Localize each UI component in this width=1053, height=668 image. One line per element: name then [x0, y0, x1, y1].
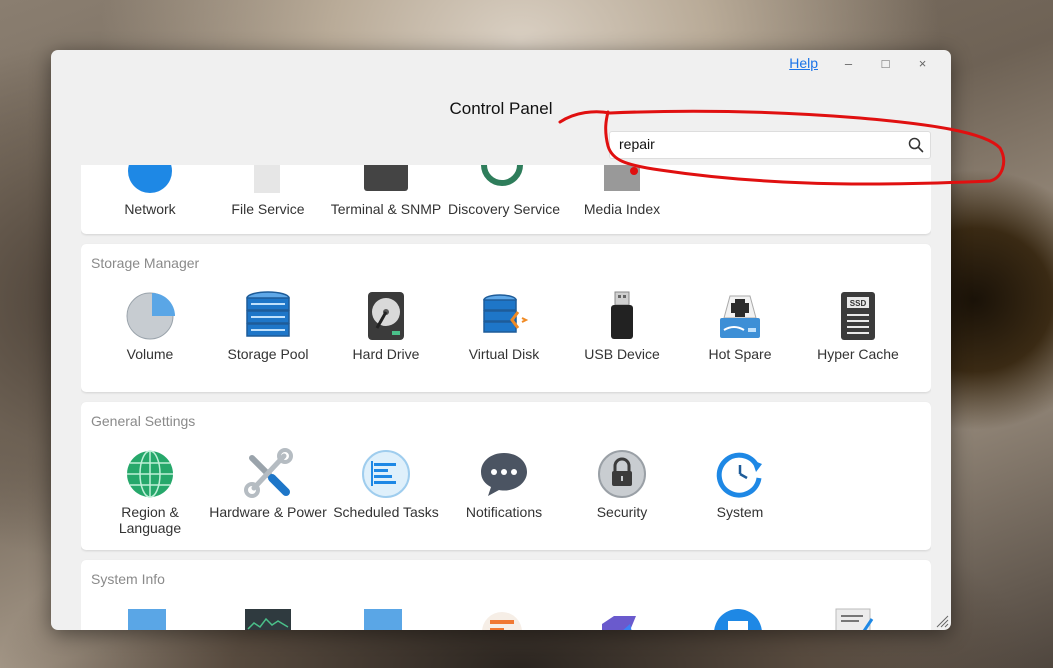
item-security[interactable]: Security	[563, 448, 681, 520]
toolbox-icon[interactable]	[714, 607, 762, 630]
minimize-button[interactable]: –	[830, 56, 867, 71]
network-section: Network File Service Terminal & SNMP Dis…	[81, 165, 931, 234]
item-label: Scheduled Tasks	[333, 504, 439, 520]
section-title: System Info	[91, 571, 165, 587]
document-edit-icon[interactable]	[832, 607, 880, 630]
item-label: System	[716, 504, 764, 520]
item-network[interactable]: Network	[91, 165, 209, 217]
section-title: General Settings	[91, 413, 196, 429]
item-storage-pool[interactable]: Storage Pool	[209, 290, 327, 362]
item-label: Hyper Cache	[817, 346, 899, 362]
media-index-icon	[604, 165, 640, 191]
general-settings-section: General Settings Region & Language Hardw…	[81, 402, 931, 550]
item-terminal-snmp[interactable]: Terminal & SNMP	[327, 165, 445, 217]
hard-drive-icon	[368, 292, 404, 340]
globe-network-icon	[128, 165, 172, 193]
item-label: Virtual Disk	[468, 346, 540, 362]
help-link[interactable]: Help	[789, 55, 818, 71]
storage-manager-section: Storage Manager Volume Storage Pool Hard…	[81, 244, 931, 392]
discovery-icon	[481, 165, 523, 186]
item-region-language[interactable]: Region & Language	[91, 448, 209, 536]
globe-icon	[127, 450, 173, 498]
item-label: Media Index	[583, 201, 661, 217]
item-file-service[interactable]: File Service	[209, 165, 327, 217]
item-discovery-service[interactable]: Discovery Service	[445, 165, 563, 217]
search-input[interactable]	[619, 136, 899, 152]
usb-drive-icon	[611, 291, 633, 339]
notification-log-icon[interactable]	[478, 608, 526, 630]
item-hard-drive[interactable]: Hard Drive	[327, 290, 445, 362]
file-service-icon	[254, 165, 280, 193]
item-usb-device[interactable]: USB Device	[563, 290, 681, 362]
item-label: Hot Spare	[708, 346, 772, 362]
volume-pie-icon	[126, 292, 175, 340]
system-log-icon[interactable]	[362, 609, 406, 630]
system-clock-icon	[716, 452, 762, 498]
item-label: Storage Pool	[227, 346, 309, 362]
chat-bubble-icon	[481, 453, 527, 496]
item-label: USB Device	[584, 346, 660, 362]
tools-icon	[244, 448, 293, 498]
storage-pool-icon	[246, 291, 290, 337]
content-area: Network File Service Terminal & SNMP Dis…	[81, 165, 931, 630]
ssd-text: SSD	[850, 299, 867, 308]
item-system[interactable]: System	[681, 448, 799, 520]
window-controls: Help – □ ×	[789, 55, 941, 71]
section-title: Storage Manager	[91, 255, 200, 271]
connection-icon[interactable]	[596, 610, 644, 630]
item-label: Hard Drive	[352, 346, 420, 362]
item-label: Volume	[126, 346, 174, 362]
item-label: Network	[124, 201, 176, 217]
item-label: Terminal & SNMP	[330, 201, 442, 217]
item-label: Discovery Service	[447, 201, 561, 217]
search-icon[interactable]	[908, 137, 924, 153]
resize-grip-icon[interactable]	[935, 614, 949, 628]
item-label: File Service	[231, 201, 305, 217]
item-notifications[interactable]: Notifications	[445, 448, 563, 520]
close-button[interactable]: ×	[904, 56, 941, 71]
item-label: Security	[596, 504, 648, 520]
item-media-index[interactable]: Media Index	[563, 165, 681, 217]
item-label: Notifications	[465, 504, 543, 520]
virtual-disk-icon	[483, 294, 529, 333]
ssd-cache-icon: SSD	[841, 292, 875, 340]
maximize-button[interactable]: □	[867, 56, 904, 71]
hot-spare-icon	[720, 295, 760, 338]
search-box[interactable]	[609, 131, 931, 159]
item-volume[interactable]: Volume	[91, 290, 209, 362]
item-label: Hardware & Power	[209, 504, 327, 520]
lock-icon	[598, 450, 646, 498]
item-scheduled-tasks[interactable]: Scheduled Tasks	[327, 448, 445, 520]
item-hyper-cache[interactable]: SSD Hyper Cache	[799, 290, 917, 362]
window-title: Control Panel	[449, 99, 553, 118]
item-virtual-disk[interactable]: Virtual Disk	[445, 290, 563, 362]
item-hot-spare[interactable]: Hot Spare	[681, 290, 799, 362]
item-hardware-power[interactable]: Hardware & Power	[209, 448, 327, 520]
resource-monitor-icon[interactable]	[244, 609, 292, 630]
item-label: Region & Language	[118, 504, 182, 536]
system-info-icon[interactable]	[126, 609, 170, 630]
schedule-icon	[362, 450, 410, 498]
terminal-icon	[364, 165, 408, 191]
system-info-section: System Info	[81, 560, 931, 630]
control-panel-window: Help – □ × Control Panel Network File Se…	[51, 50, 951, 630]
